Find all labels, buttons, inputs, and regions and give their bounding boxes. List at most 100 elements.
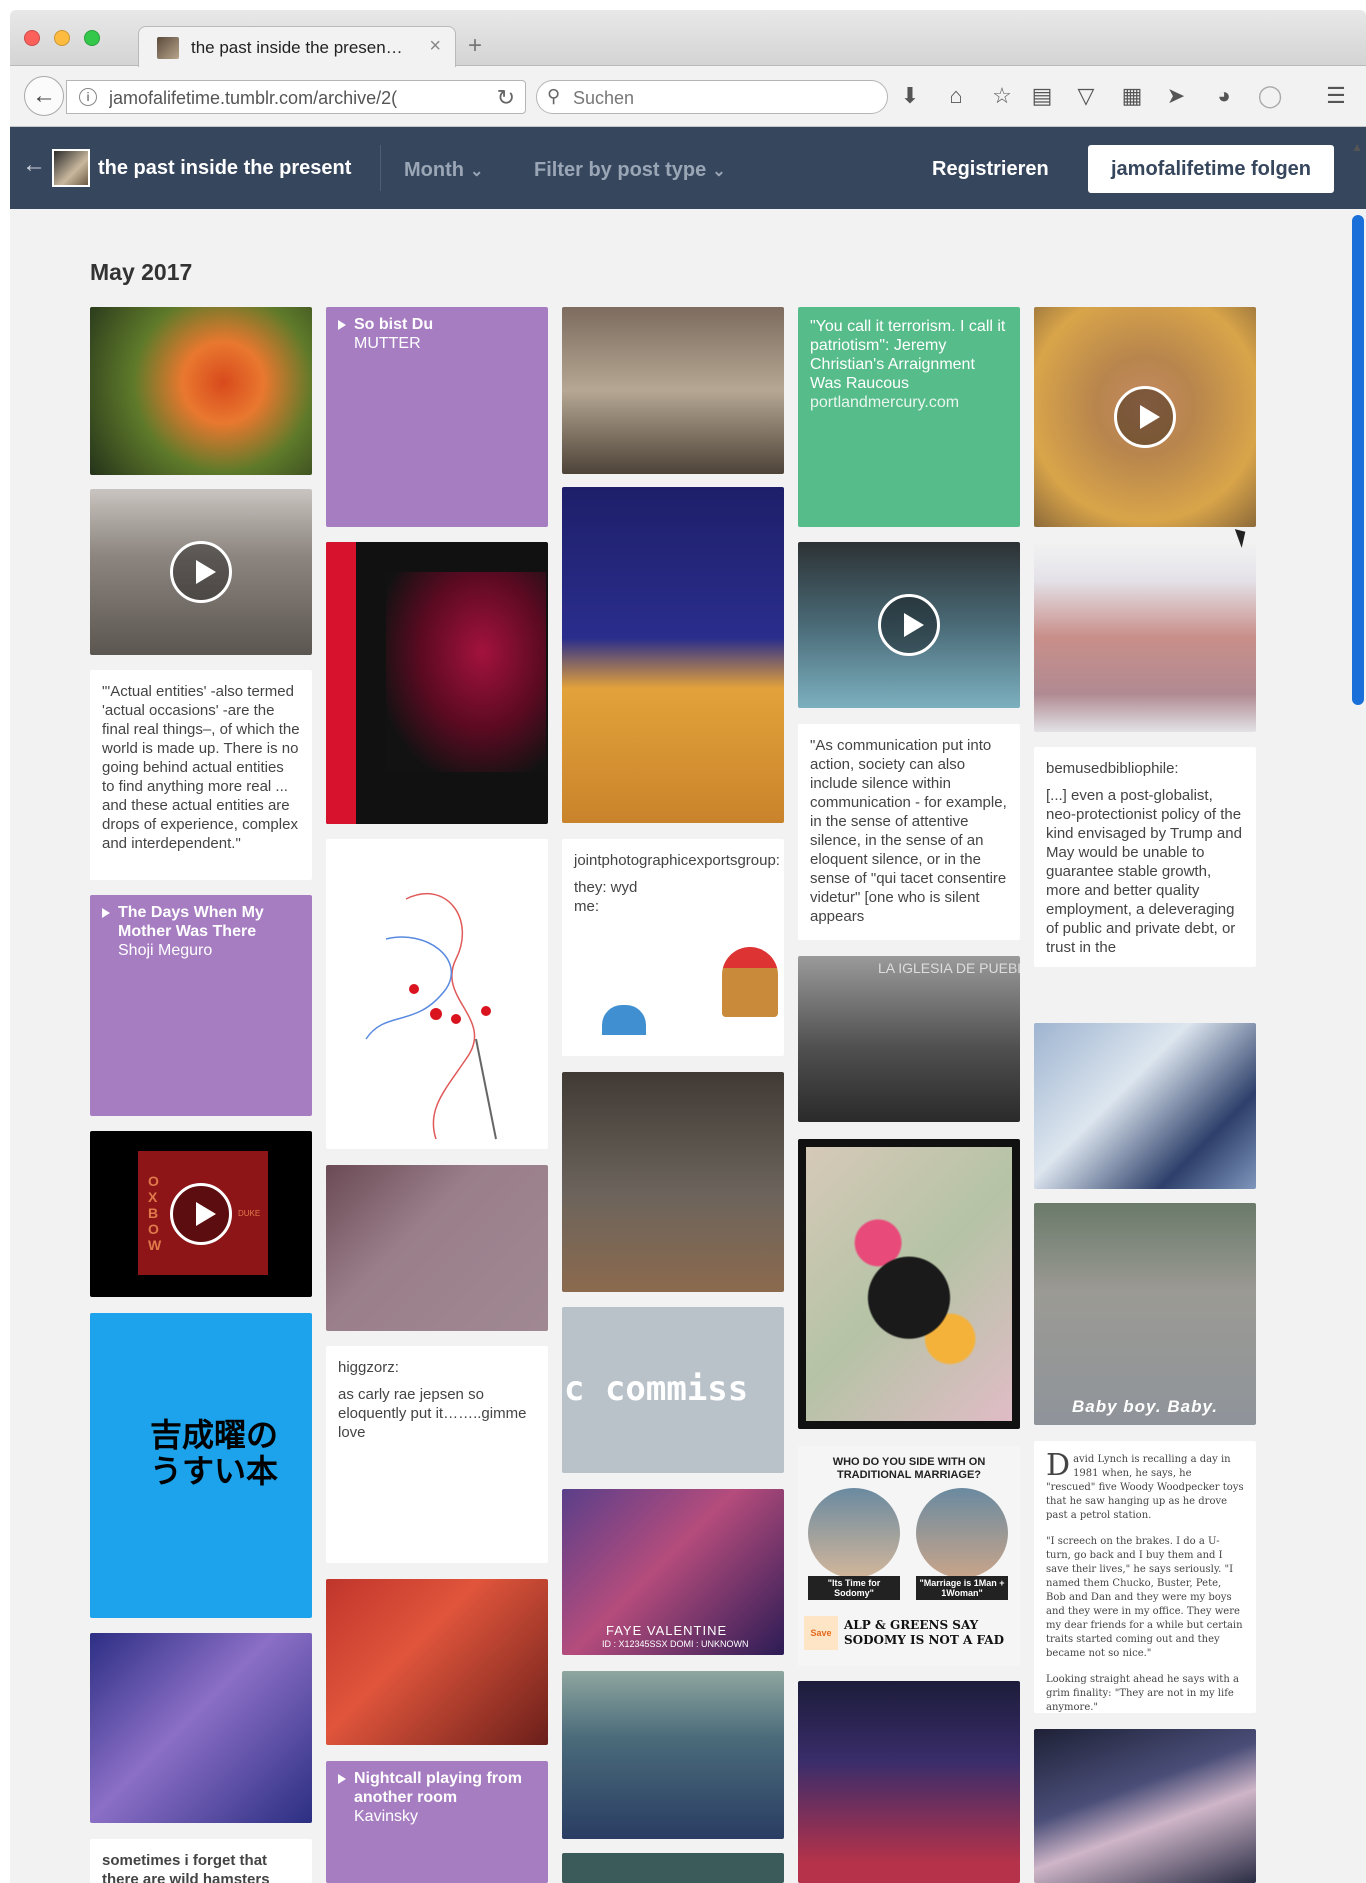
photo-painting[interactable] xyxy=(1034,542,1256,732)
url-bar[interactable]: i jamofalifetime.tumblr.com/archive/2( ↻ xyxy=(66,80,526,114)
photo-illustration[interactable] xyxy=(562,487,784,823)
info-icon[interactable]: i xyxy=(79,88,97,106)
quote-text: "As communication put into action, socie… xyxy=(810,737,1007,925)
text-post[interactable]: sometimes i forget that there are wild h… xyxy=(90,1839,312,1883)
zoom-window-button[interactable] xyxy=(84,30,100,46)
photo-portrait[interactable] xyxy=(90,1633,312,1823)
menu-icon[interactable]: ☰ xyxy=(1322,83,1350,109)
minimize-window-button[interactable] xyxy=(54,30,70,46)
month-dropdown-label: Month xyxy=(404,159,464,181)
image-caption: Baby boy. Baby. xyxy=(1072,1397,1218,1416)
chat-line: they: wyd xyxy=(574,879,638,896)
audio-post[interactable]: The Days When My Mother Was There Shoji … xyxy=(90,895,312,1116)
register-link[interactable]: Registrieren xyxy=(932,158,1049,181)
text-post-body: [...] even a post-globalist, neo-protect… xyxy=(1046,787,1242,956)
photo-flower-collage[interactable] xyxy=(798,1139,1020,1429)
video-post[interactable] xyxy=(798,542,1020,708)
url-text[interactable]: jamofalifetime.tumblr.com/archive/2( xyxy=(109,88,439,109)
photo-red-black[interactable] xyxy=(326,542,548,824)
filter-dropdown[interactable]: Filter by post type ⌄ xyxy=(534,159,726,182)
follow-button[interactable]: jamofalifetime folgen xyxy=(1088,145,1334,193)
photo-anime[interactable] xyxy=(1034,1023,1256,1189)
photo-city[interactable] xyxy=(798,1681,1020,1883)
video-post[interactable] xyxy=(90,489,312,655)
close-window-button[interactable] xyxy=(24,30,40,46)
title-bar: the past inside the presen… × + xyxy=(10,10,1366,67)
photo-akira[interactable] xyxy=(326,1579,548,1745)
photo-train[interactable] xyxy=(562,1671,784,1839)
extension-icon[interactable]: ▦ xyxy=(1118,83,1146,109)
photo-band[interactable]: LA IGLESIA DE PUEBLO xyxy=(798,956,1020,1122)
text-post[interactable]: higgzorz: as carly rae jepsen so eloquen… xyxy=(326,1346,548,1563)
chevron-down-icon: ⌄ xyxy=(469,163,484,180)
reading-list-icon[interactable]: ▤ xyxy=(1028,83,1056,109)
search-bar[interactable]: ⚲ Suchen xyxy=(536,80,888,114)
collage-art xyxy=(806,1147,1012,1421)
header-divider xyxy=(380,145,381,191)
tumblr-header: ← the past inside the present Month ⌄ Fil… xyxy=(10,127,1366,209)
back-arrow-icon[interactable]: ← xyxy=(22,151,46,179)
video-post[interactable] xyxy=(1034,307,1256,527)
scroll-up-icon[interactable]: ▲ xyxy=(1351,140,1363,154)
chevron-down-icon: ⌄ xyxy=(712,163,726,180)
photo-space[interactable] xyxy=(1034,1729,1256,1883)
download-icon[interactable]: ⬇ xyxy=(896,83,924,109)
play-icon[interactable] xyxy=(170,541,232,603)
audio-post[interactable]: So bist Du MUTTER xyxy=(326,307,548,527)
browser-tab[interactable]: the past inside the presen… × xyxy=(138,26,456,67)
chat-line: me: xyxy=(574,898,600,915)
japanese-text: 吉成曜の うすい本 xyxy=(150,1417,279,1489)
blog-title[interactable]: the past inside the present xyxy=(98,157,351,180)
back-button[interactable]: ← xyxy=(24,76,64,116)
month-dropdown[interactable]: Month ⌄ xyxy=(404,159,483,182)
play-icon[interactable] xyxy=(878,594,940,656)
avatar[interactable] xyxy=(52,149,90,187)
church-sign: LA IGLESIA DE PUEBLO xyxy=(878,960,1020,976)
photo-girls[interactable] xyxy=(562,307,784,474)
scrollbar-thumb[interactable] xyxy=(1352,215,1364,705)
play-icon[interactable] xyxy=(170,1183,232,1245)
text-post-david-lynch[interactable]: David Lynch is recalling a day in 1981 w… xyxy=(1034,1441,1256,1713)
photo-cat-books[interactable] xyxy=(562,1072,784,1292)
paragraph: Looking straight ahead he says with a gr… xyxy=(1046,1674,1239,1713)
video-post-oxbow[interactable]: OXBOW DUKE xyxy=(90,1131,312,1297)
search-icon: ⚲ xyxy=(547,86,561,106)
quote-post[interactable]: "'Actual entities' -also termed 'actual … xyxy=(90,670,312,880)
tab-close-icon[interactable]: × xyxy=(429,35,441,58)
text-post[interactable]: bemusedbibliophile: [...] even a post-gl… xyxy=(1034,747,1256,967)
reload-icon[interactable]: ↻ xyxy=(497,85,515,111)
photo-japanese-book[interactable]: 吉成曜の うすい本 xyxy=(90,1313,312,1618)
pocket-icon[interactable]: ▽ xyxy=(1072,83,1100,109)
link-post[interactable]: "You call it terrorism. I call it patrio… xyxy=(798,307,1020,527)
save-badge: Save xyxy=(804,1616,838,1650)
archive-grid: May 2017 "'Actual entities' -also termed… xyxy=(10,209,1348,1883)
post-author: jointphotographicexportsgroup: xyxy=(574,852,780,869)
quote-post[interactable]: "As communication put into action, socie… xyxy=(798,724,1020,940)
text-post-body: as carly rae jepsen so eloquently put it… xyxy=(338,1386,527,1441)
history-icon[interactable]: ◕ xyxy=(1210,83,1238,109)
album-side-text: DUKE xyxy=(238,1209,261,1218)
chat-icon[interactable]: ◯ xyxy=(1256,83,1284,109)
search-input[interactable]: Suchen xyxy=(573,88,634,109)
photo-post[interactable] xyxy=(562,1853,784,1883)
audio-title: The Days When My Mother Was There xyxy=(102,903,300,941)
photo-text-pages[interactable] xyxy=(326,1165,548,1331)
send-icon[interactable]: ➤ xyxy=(1162,83,1190,109)
photo-faye-valentine[interactable]: FAYE VALENTINE ID : X12345SSX DOMI : UNK… xyxy=(562,1489,784,1655)
sketch-drawing xyxy=(365,892,497,1140)
bookmark-star-icon[interactable]: ☆ xyxy=(988,83,1016,109)
home-icon[interactable]: ⌂ xyxy=(942,83,970,109)
photo-harrison[interactable]: Baby boy. Baby. xyxy=(1034,1203,1256,1425)
audio-artist: Shoji Meguro xyxy=(118,942,213,959)
audio-post[interactable]: Nightcall playing from another room Kavi… xyxy=(326,1761,548,1883)
photo-commission[interactable]: c commiss xyxy=(562,1307,784,1473)
chat-post[interactable]: jointphotographicexportsgroup: they: wyd… xyxy=(562,839,784,1056)
photo-bird-of-paradise[interactable] xyxy=(90,307,312,475)
radio-image xyxy=(602,1005,646,1035)
meme-caption-right: "Marriage is 1Man + 1Woman" xyxy=(916,1576,1008,1600)
new-tab-button[interactable]: + xyxy=(468,34,482,58)
photo-marriage-meme[interactable]: WHO DO YOU SIDE WITH ON TRADITIONAL MARR… xyxy=(798,1446,1020,1666)
play-icon[interactable] xyxy=(1114,386,1176,448)
photo-sketch[interactable] xyxy=(326,839,548,1149)
navigation-bar: ← i jamofalifetime.tumblr.com/archive/2(… xyxy=(10,67,1366,127)
